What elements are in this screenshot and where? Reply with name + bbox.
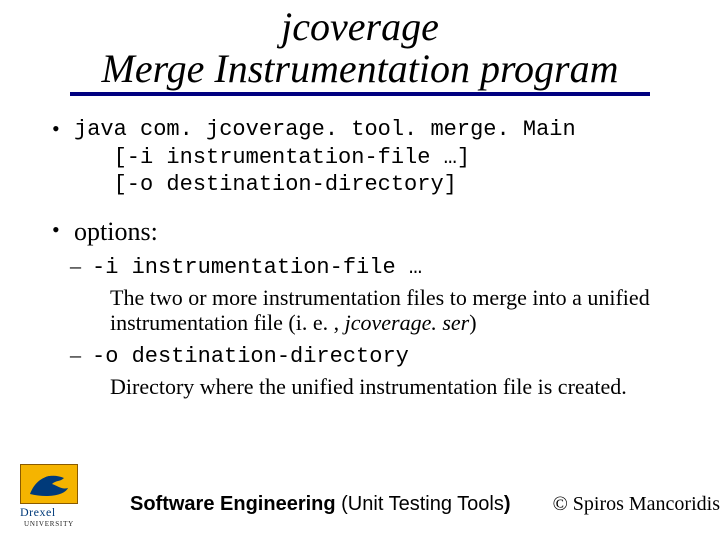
opt-i-desc-filename: jcoverage. ser [345,310,470,335]
opt-i-description: The two or more instrumentation files to… [110,285,674,336]
logo-subtext: UNIVERSITY [20,520,78,528]
dragon-icon [26,468,72,500]
footer-course-plain: (Unit Testing Tools [336,493,504,515]
drexel-logo: Drexel UNIVERSITY [20,464,78,528]
code-line-2: [-i instrumentation-file …] [74,144,684,172]
subbullet-opt-i: -i instrumentation-file … [48,253,684,282]
opt-o-flag: -o destination-directory [92,344,409,369]
code-line-3: [-o destination-directory] [74,171,684,199]
footer-course-bold: Software Engineering [130,493,336,515]
bullet-invocation: java com. jcoverage. tool. merge. Main [… [48,116,684,199]
footer-copyright: © Spiros Mancoridis [553,493,720,516]
code-line-1: java com. jcoverage. tool. merge. Main [74,116,684,144]
title-line-1: jcoverage [20,6,700,48]
title-line-2: Merge Instrumentation program [20,48,700,90]
slide-title: jcoverage Merge Instrumentation program [20,0,700,96]
slide: jcoverage Merge Instrumentation program … [0,0,720,540]
slide-body: java com. jcoverage. tool. merge. Main [… [20,96,700,399]
bullet-options: options: [48,217,684,247]
footer-course: Software Engineering (Unit Testing Tools… [130,493,511,516]
subbullet-opt-o: -o destination-directory [48,342,684,371]
slide-footer: Drexel UNIVERSITY Software Engineering (… [0,476,720,532]
opt-i-desc-c: ) [469,310,476,335]
opt-i-flag: -i instrumentation-file … [92,255,422,280]
logo-text: Drexel [20,505,78,520]
drexel-logo-mark [20,464,78,504]
footer-course-paren: ) [504,493,511,515]
opt-o-description: Directory where the unified instrumentat… [110,374,674,399]
